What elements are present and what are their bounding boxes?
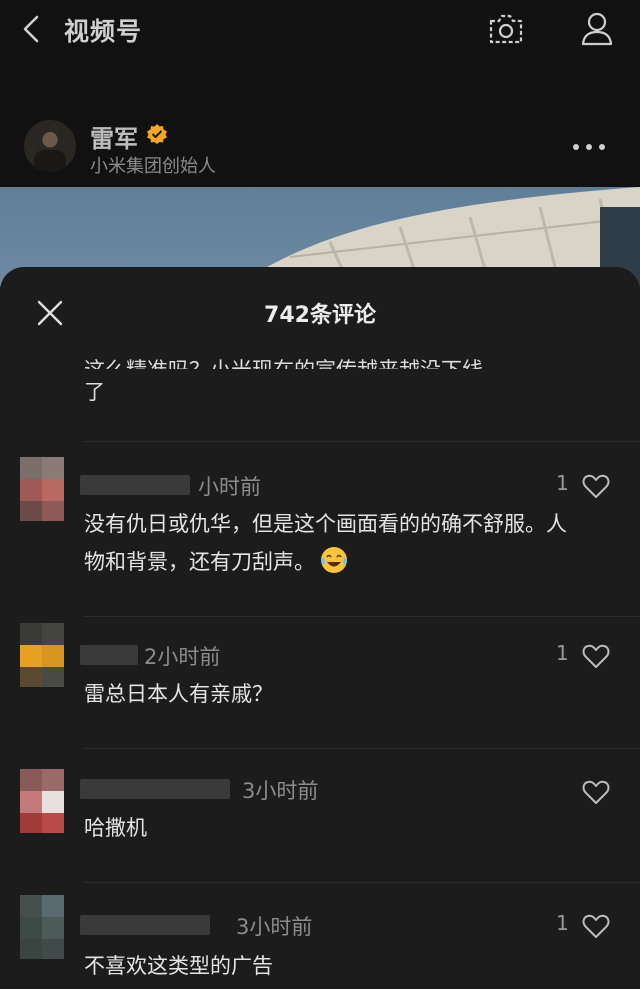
comment-item[interactable]: 3小时前 不喜欢这类型的广告 1 (0, 889, 640, 989)
blurred-username[interactable] (80, 645, 138, 665)
comment-item[interactable]: 小时前 没有仇日或仇华，但是这个画面看的的确不舒服。人物和背景，还有刀刮声。 1 (0, 457, 640, 617)
blurred-username[interactable] (80, 779, 230, 799)
author-row[interactable]: 雷军 小米集团创始人 (0, 105, 640, 187)
comment-text: 没有仇日或仇华，但是这个画面看的的确不舒服。人物和背景，还有刀刮声。 (84, 505, 574, 581)
camera-icon[interactable] (487, 12, 525, 46)
heart-icon[interactable] (582, 473, 610, 499)
comment-text: 哈撒机 (84, 816, 147, 840)
like-count: 1 (556, 911, 569, 935)
comment-text: 不喜欢这类型的广告 (84, 954, 273, 978)
comment-time: 2小时前 (144, 645, 221, 669)
avatar[interactable] (24, 120, 76, 172)
comment-item[interactable]: 2小时前 雷总日本人有亲戚？ 1 (0, 623, 640, 748)
verified-badge-icon (147, 124, 167, 144)
partial-comment-line: 了 (84, 380, 105, 404)
heart-icon[interactable] (582, 913, 610, 939)
author-subtitle: 小米集团创始人 (90, 156, 216, 177)
comment-avatar[interactable] (20, 769, 64, 833)
blurred-username[interactable] (80, 475, 190, 495)
comments-sheet: 742条评论 这么精准吗？小米现在的宣传越来越没下线 了 小时前 没有仇日或仇华… (0, 267, 640, 989)
heart-icon[interactable] (582, 643, 610, 669)
chevron-left-icon[interactable] (20, 14, 44, 44)
page-title: 视频号 (64, 17, 143, 46)
comment-text: 雷总日本人有亲戚？ (84, 682, 273, 706)
divider (84, 441, 640, 442)
like-count: 1 (556, 641, 569, 665)
partial-comment-line-cut: 这么精准吗？小米现在的宣传越来越没下线 (84, 351, 483, 369)
comment-avatar[interactable] (20, 457, 64, 521)
divider (84, 748, 640, 749)
blurred-username[interactable] (80, 915, 210, 935)
more-dots-icon[interactable] (572, 143, 606, 151)
person-icon[interactable] (580, 11, 614, 47)
top-bar: 视频号 (0, 0, 640, 64)
comment-avatar[interactable] (20, 895, 64, 959)
divider (84, 616, 640, 617)
comment-time: 3小时前 (242, 779, 319, 803)
comment-avatar[interactable] (20, 623, 64, 687)
tears-of-joy-emoji (321, 547, 347, 573)
comments-count-title: 742条评论 (264, 303, 376, 328)
comment-item[interactable]: 3小时前 哈撒机 (0, 755, 640, 880)
like-count: 1 (556, 471, 569, 495)
comment-time: 3小时前 (236, 915, 313, 939)
divider (84, 882, 640, 883)
heart-icon[interactable] (582, 779, 610, 805)
author-name[interactable]: 雷军 (90, 119, 138, 154)
comment-time: 小时前 (198, 475, 261, 499)
